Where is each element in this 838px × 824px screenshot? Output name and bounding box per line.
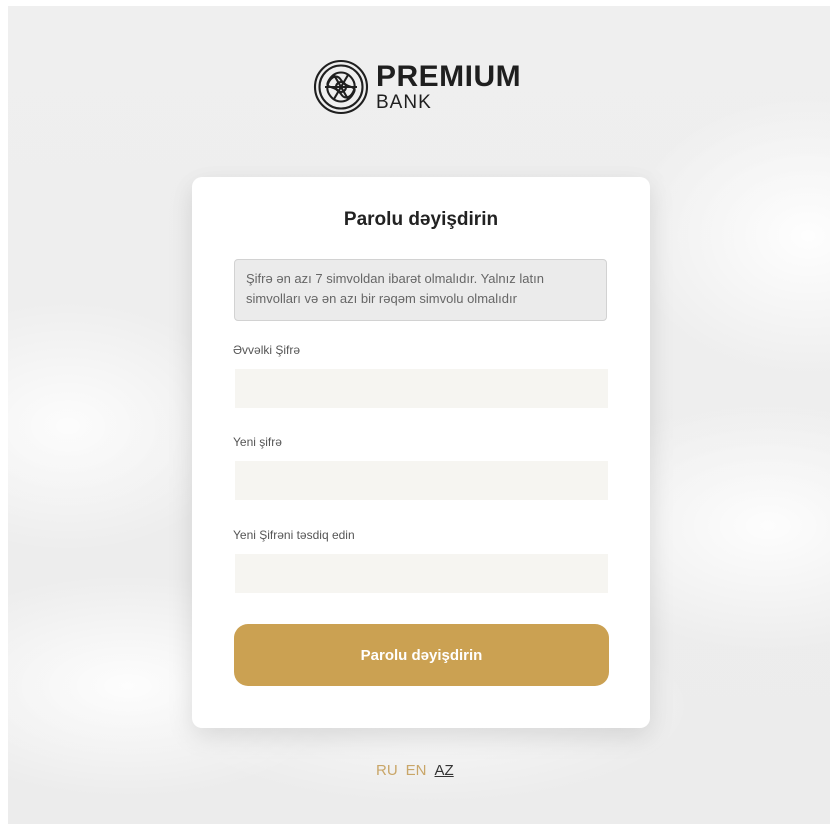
knot-logo-icon: [313, 59, 369, 115]
language-switcher: RU EN AZ: [376, 762, 454, 779]
lang-ru-link[interactable]: RU: [376, 762, 398, 779]
change-password-button[interactable]: Parolu dəyişdirin: [234, 624, 609, 686]
change-password-card: Parolu dəyişdirin Şifrə ən azı 7 simvold…: [192, 177, 650, 728]
confirm-password-label: Yeni Şifrəni təsdiq edin: [233, 528, 355, 542]
new-password-input[interactable]: [235, 461, 608, 500]
new-password-label: Yeni şifrə: [233, 435, 282, 449]
brand-subtitle: BANK: [376, 92, 432, 113]
confirm-password-input[interactable]: [235, 554, 608, 593]
brand-logo: PREMIUM BANK: [312, 58, 521, 116]
password-rules-notice: Şifrə ən azı 7 simvoldan ibarət olmalıdı…: [234, 259, 607, 321]
old-password-label: Əvvəlki Şifrə: [233, 343, 301, 357]
page-title: Parolu dəyişdirin: [343, 209, 499, 230]
login-background: PREMIUM BANK Parolu dəyişdirin Şifrə ən …: [8, 6, 830, 824]
brand-title: PREMIUM: [376, 60, 522, 93]
old-password-input[interactable]: [235, 369, 608, 408]
lang-az-link[interactable]: AZ: [435, 762, 454, 779]
lang-en-link[interactable]: EN: [406, 762, 427, 779]
